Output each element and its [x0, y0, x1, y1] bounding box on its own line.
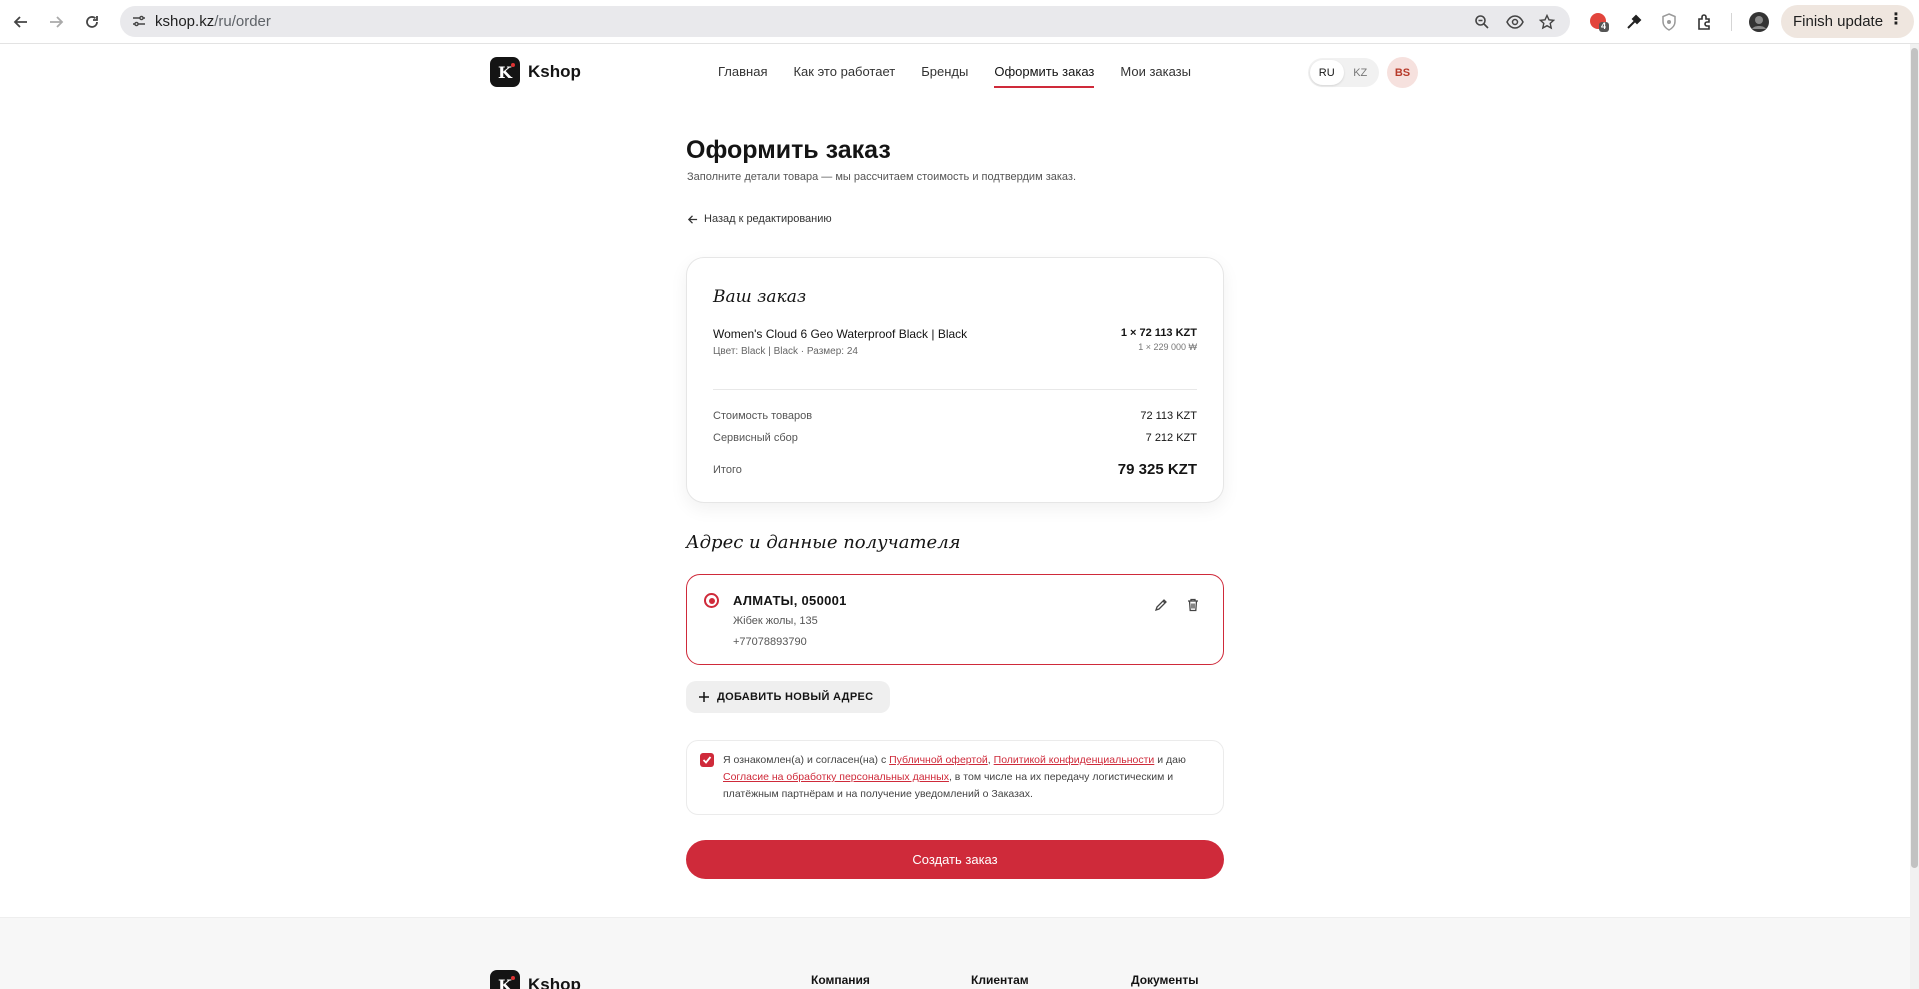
product-price-krw: 1 × 229 000 ₩: [1138, 342, 1197, 352]
nav-item-my-orders[interactable]: Мои заказы: [1120, 64, 1191, 79]
address-section-title: Адрес и данные получателя: [686, 532, 961, 553]
page-scrollbar[interactable]: [1910, 44, 1919, 989]
goods-cost-row: Стоимость товаров 72 113 KZT: [713, 410, 1197, 422]
address-phone: +77078893790: [733, 636, 807, 648]
logo-mark-icon: K: [490, 57, 520, 87]
order-summary-title: Ваш заказ: [713, 287, 807, 307]
address-option-selected[interactable]: АЛМАТЫ, 050001 Жібек жолы, 135 +77078893…: [686, 574, 1224, 665]
privacy-policy-link[interactable]: Политикой конфиденциальности: [994, 754, 1155, 766]
forward-arrow-icon[interactable]: [43, 9, 69, 35]
lang-option-ru[interactable]: RU: [1310, 60, 1344, 85]
reload-icon[interactable]: [79, 9, 105, 35]
product-name: Women's Cloud 6 Geo Waterproof Black | B…: [713, 327, 968, 341]
page-subtitle: Заполните детали товара — мы рассчитаем …: [687, 171, 1077, 183]
nav-item-checkout[interactable]: Оформить заказ: [994, 64, 1095, 88]
plus-icon: [699, 692, 709, 702]
footer-col-documents: Документы: [1131, 973, 1199, 987]
consent-text-part-1: Я ознакомлен(а) и согласен(на) с: [723, 754, 890, 766]
extension-adblock-icon[interactable]: 4: [1586, 9, 1612, 35]
address-radio-selected[interactable]: [704, 593, 719, 608]
total-row: Итого 79 325 KZT: [713, 461, 1197, 478]
main-navigation: Главная Как это работает Бренды Оформить…: [718, 64, 1191, 88]
language-switcher: RU KZ: [1308, 58, 1379, 87]
eye-icon[interactable]: [1505, 12, 1525, 32]
footer-col-clients: Клиентам: [971, 973, 1029, 987]
add-new-address-button[interactable]: ДОБАВИТЬ НОВЫЙ АДРЕС: [686, 681, 890, 713]
order-summary-card: Ваш заказ Women's Cloud 6 Geo Waterproof…: [686, 257, 1224, 503]
browser-toolbar: kshop.kz/ru/order 4 Finish update ⋮: [0, 0, 1919, 44]
consent-text-part-2: и даю: [1154, 754, 1186, 766]
goods-cost-value: 72 113 KZT: [1140, 410, 1197, 422]
site-logo[interactable]: K Kshop: [490, 57, 581, 87]
back-to-edit-link[interactable]: Назад к редактированию: [687, 213, 832, 225]
edit-pencil-icon[interactable]: [1153, 597, 1169, 613]
product-price: 1 × 72 113 KZT: [1120, 327, 1197, 339]
url-host: kshop.kz: [155, 13, 215, 30]
summary-divider: [713, 389, 1197, 390]
service-fee-row: Сервисный сбор 7 212 KZT: [713, 432, 1197, 444]
delete-trash-icon[interactable]: [1185, 597, 1201, 613]
consent-text: Я ознакомлен(а) и согласен(на) с Публичн…: [723, 752, 1211, 803]
nav-item-home[interactable]: Главная: [718, 64, 767, 79]
page-title: Оформить заказ: [686, 136, 891, 164]
user-avatar[interactable]: BS: [1387, 57, 1418, 88]
address-city: АЛМАТЫ, 050001: [733, 593, 847, 608]
finish-update-button[interactable]: Finish update ⋮: [1781, 5, 1914, 38]
checkmark-icon: [702, 756, 712, 764]
arrow-left-icon: [687, 214, 698, 224]
back-arrow-icon[interactable]: [8, 9, 34, 35]
zoom-icon[interactable]: [1472, 12, 1492, 32]
address-bar[interactable]: kshop.kz/ru/order: [120, 6, 1570, 37]
extensions-puzzle-icon[interactable]: [1692, 9, 1718, 35]
product-meta: Цвет: Black | Black · Размер: 24: [713, 346, 858, 357]
url-path: /ru/order: [214, 13, 271, 30]
back-link-label: Назад к редактированию: [704, 213, 832, 225]
add-new-address-label: ДОБАВИТЬ НОВЫЙ АДРЕС: [717, 691, 874, 703]
bookmark-star-icon[interactable]: [1537, 12, 1557, 32]
footer-logo[interactable]: K Kshop: [490, 970, 581, 989]
url-text: kshop.kz/ru/order: [155, 13, 271, 30]
footer-col-company: Компания: [811, 973, 870, 987]
total-label: Итого: [713, 463, 742, 476]
total-value: 79 325 KZT: [1117, 461, 1197, 478]
extension-badge-count: 4: [1601, 21, 1607, 31]
address-street: Жібек жолы, 135: [733, 615, 818, 627]
consent-box: Я ознакомлен(а) и согласен(на) с Публичн…: [686, 740, 1224, 815]
goods-cost-label: Стоимость товаров: [713, 410, 813, 422]
eyedropper-icon[interactable]: [1621, 9, 1647, 35]
shield-icon[interactable]: [1656, 9, 1682, 35]
scrollbar-thumb[interactable]: [1911, 48, 1918, 868]
nav-item-how-it-works[interactable]: Как это работает: [793, 64, 895, 79]
public-offer-link[interactable]: Публичной офертой: [889, 754, 988, 766]
service-fee-value: 7 212 KZT: [1145, 432, 1197, 444]
more-menu-icon[interactable]: ⋮: [1888, 12, 1904, 28]
create-order-button[interactable]: Создать заказ: [686, 840, 1224, 879]
nav-item-brands[interactable]: Бренды: [921, 64, 968, 79]
toolbar-divider: [1731, 13, 1732, 31]
footer-logo-text: Kshop: [528, 975, 581, 989]
footer-logo-mark-icon: K: [490, 970, 520, 989]
profile-avatar-icon[interactable]: [1746, 9, 1772, 35]
finish-update-label: Finish update: [1793, 13, 1884, 30]
service-fee-label: Сервисный сбор: [713, 432, 798, 444]
consent-checkbox[interactable]: [700, 753, 714, 767]
lang-option-kz[interactable]: KZ: [1344, 60, 1378, 85]
site-settings-icon[interactable]: [131, 13, 147, 29]
personal-data-consent-link[interactable]: Согласие на обработку персональных данны…: [723, 771, 949, 783]
site-footer: K Kshop Компания Клиентам Документы: [0, 917, 1910, 989]
logo-text: Kshop: [528, 62, 581, 81]
